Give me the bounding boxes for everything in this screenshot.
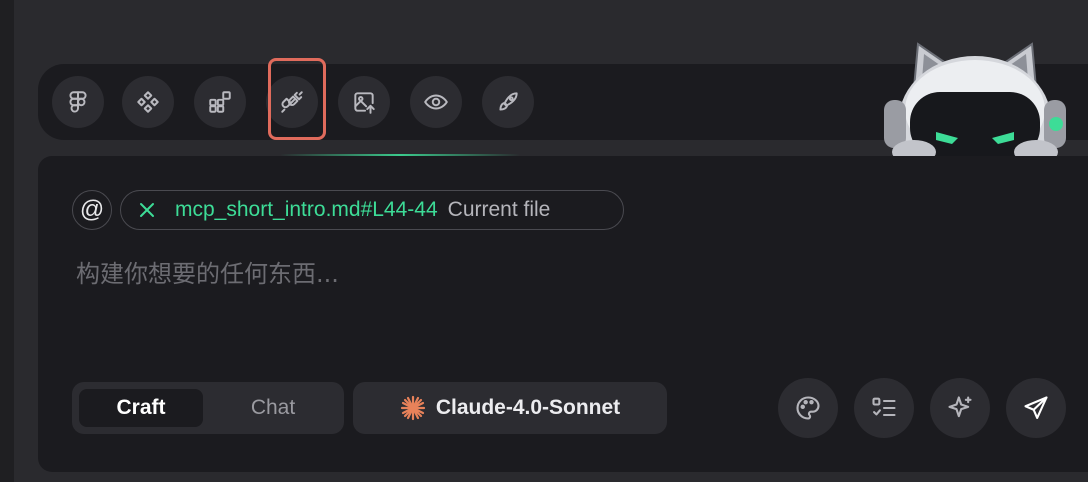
model-label: Claude-4.0-Sonnet (435, 396, 621, 419)
context-file-tag: Current file (447, 198, 551, 221)
image-upload-button[interactable] (338, 76, 390, 128)
send-button[interactable] (1006, 378, 1066, 438)
close-icon (140, 203, 154, 217)
remove-file-button[interactable] (137, 200, 157, 220)
robot-cat-mascot (884, 42, 1066, 158)
left-edge-strip (0, 0, 14, 482)
at-icon: @ (79, 196, 105, 223)
mode-craft-tab[interactable]: Craft (79, 389, 203, 427)
prompt-input[interactable] (76, 256, 976, 292)
context-file-chip: mcp_short_intro.md#L44-44 Current file (120, 190, 624, 230)
claude-sunburst-icon (400, 395, 425, 421)
figma-icon (69, 91, 87, 113)
palette-icon (796, 396, 820, 420)
checklist-icon (872, 397, 896, 417)
components-icon (137, 91, 159, 113)
send-icon (1024, 396, 1048, 419)
sparkle-icon (948, 396, 972, 418)
components-button[interactable] (122, 76, 174, 128)
enhance-prompt-button[interactable] (930, 378, 990, 438)
eye-icon (424, 94, 448, 110)
mention-button[interactable]: @ (72, 190, 112, 230)
widgets-icon (209, 91, 231, 113)
context-file-name: mcp_short_intro.md#L44-44 (175, 198, 438, 221)
rocket-icon (499, 92, 518, 111)
deploy-button[interactable] (482, 76, 534, 128)
mode-toggle: Craft Chat (72, 382, 344, 434)
task-list-button[interactable] (854, 378, 914, 438)
widgets-button[interactable] (194, 76, 246, 128)
model-selector[interactable]: Claude-4.0-Sonnet (353, 382, 667, 434)
preview-button[interactable] (410, 76, 462, 128)
theme-button[interactable] (778, 378, 838, 438)
image-upload-icon (354, 92, 375, 114)
mode-chat-tab[interactable]: Chat (211, 389, 335, 427)
plug-button-highlight (268, 58, 326, 140)
figma-button[interactable] (52, 76, 104, 128)
